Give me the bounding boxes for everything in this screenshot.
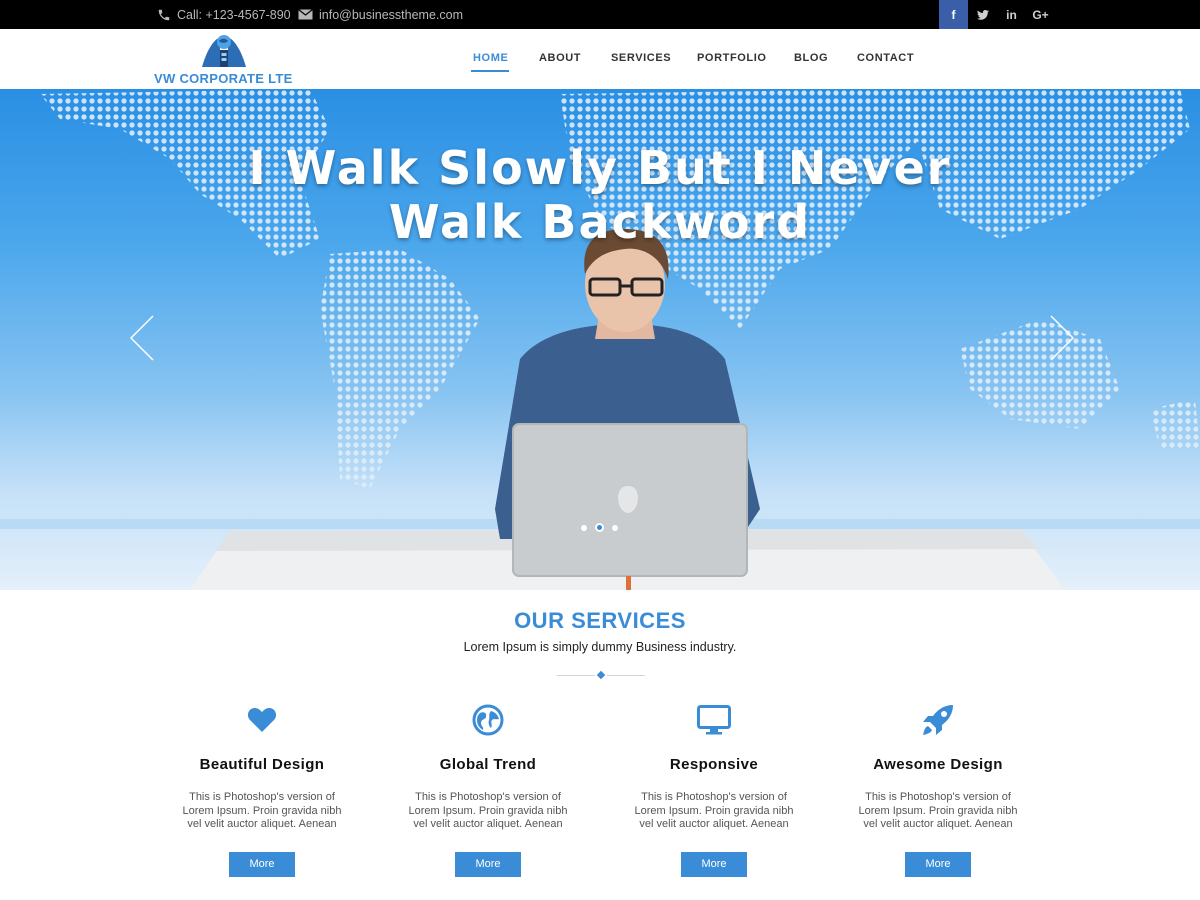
service-title: Responsive bbox=[669, 756, 759, 773]
monitor-icon bbox=[697, 705, 731, 735]
next-slide-arrow-icon[interactable] bbox=[1049, 314, 1075, 362]
twitter-icon[interactable] bbox=[968, 0, 997, 29]
email-contact[interactable]: info@businesstheme.com bbox=[298, 0, 463, 29]
more-button[interactable]: More bbox=[229, 851, 295, 877]
nav-services[interactable]: SERVICES bbox=[611, 52, 671, 64]
heart-icon bbox=[247, 708, 277, 732]
section-divider bbox=[557, 670, 645, 680]
facebook-icon[interactable]: f bbox=[939, 0, 968, 29]
slider-indicators bbox=[581, 523, 618, 532]
service-description: This is Photoshop's version of Lorem Ips… bbox=[182, 791, 342, 830]
mail-icon bbox=[298, 9, 313, 20]
service-description: This is Photoshop's version of Lorem Ips… bbox=[634, 791, 794, 830]
linkedin-icon[interactable]: in bbox=[997, 0, 1026, 29]
previous-slide-arrow-icon[interactable] bbox=[129, 314, 155, 362]
service-title: Beautiful Design bbox=[199, 756, 325, 773]
service-card-beautiful-design: Beautiful Design This is Photoshop's ver… bbox=[162, 700, 362, 877]
globe-icon bbox=[472, 704, 504, 736]
hero-slider: I Walk Slowly But I Never Walk Backword bbox=[0, 89, 1200, 590]
google-plus-icon[interactable]: G+ bbox=[1026, 0, 1055, 29]
hero-heading-line2: Walk Backword bbox=[388, 195, 812, 249]
slide-indicator-2[interactable] bbox=[595, 523, 604, 532]
brand-name[interactable]: VW CORPORATE LTE bbox=[154, 71, 293, 86]
slide-indicator-1[interactable] bbox=[581, 524, 587, 531]
nav-about[interactable]: ABOUT bbox=[539, 52, 581, 64]
slide-indicator-3[interactable] bbox=[612, 524, 618, 531]
service-card-global-trend: Global Trend This is Photoshop's version… bbox=[388, 700, 588, 877]
phone-icon bbox=[158, 9, 170, 20]
service-description: This is Photoshop's version of Lorem Ips… bbox=[858, 791, 1018, 830]
service-title: Awesome Design bbox=[873, 756, 1003, 773]
top-bar: Call: +123-4567-890 info@businesstheme.c… bbox=[0, 0, 1200, 29]
services-heading: OUR SERVICES bbox=[514, 608, 686, 633]
social-links: f in G+ bbox=[939, 0, 1055, 29]
more-button[interactable]: More bbox=[455, 851, 521, 877]
more-button[interactable]: More bbox=[681, 851, 747, 877]
hero-heading: I Walk Slowly But I Never Walk Backword bbox=[0, 141, 1200, 249]
phone-contact[interactable]: Call: +123-4567-890 bbox=[157, 0, 291, 29]
service-description: This is Photoshop's version of Lorem Ips… bbox=[408, 791, 568, 830]
service-card-responsive: Responsive This is Photoshop's version o… bbox=[614, 700, 814, 877]
nav-home[interactable]: HOME bbox=[473, 52, 508, 64]
nav-contact[interactable]: CONTACT bbox=[857, 52, 914, 64]
nav-active-indicator bbox=[471, 70, 509, 72]
hero-heading-line1: I Walk Slowly But I Never bbox=[248, 141, 952, 195]
phone-text: Call: +123-4567-890 bbox=[177, 7, 291, 22]
nav-portfolio[interactable]: PORTFOLIO bbox=[697, 52, 767, 64]
main-nav: HOME ABOUT SERVICES PORTFOLIO BLOG CONTA… bbox=[0, 52, 1200, 72]
more-button[interactable]: More bbox=[905, 851, 971, 877]
nav-blog[interactable]: BLOG bbox=[794, 52, 828, 64]
services-subtitle: Lorem Ipsum is simply dummy Business ind… bbox=[463, 640, 737, 654]
email-text: info@businesstheme.com bbox=[319, 7, 464, 22]
service-title: Global Trend bbox=[439, 756, 537, 773]
rocket-icon bbox=[923, 705, 953, 735]
service-card-awesome-design: Awesome Design This is Photoshop's versi… bbox=[838, 700, 1038, 877]
